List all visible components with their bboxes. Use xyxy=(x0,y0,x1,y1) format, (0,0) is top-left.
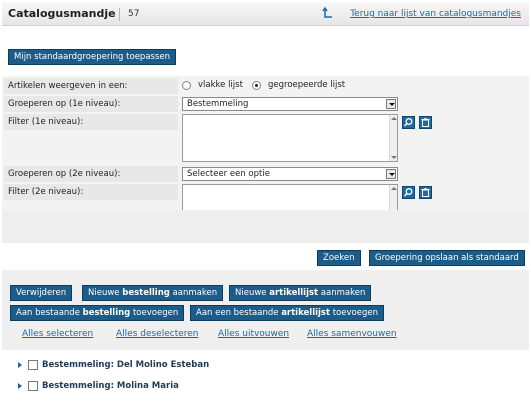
display-mode-label: Artikelen weergeven in een: xyxy=(4,78,178,94)
filter2-label: Filter (2e niveau): xyxy=(4,184,178,200)
group2-select[interactable]: Selecteer een optie xyxy=(182,167,398,181)
grouped-list-label: gegroepeerde lijst xyxy=(268,80,346,90)
group1-label: Groeperen op (1e niveau): xyxy=(4,96,178,112)
search-button[interactable]: Zoeken xyxy=(317,250,361,266)
group1-selected-value: Bestemmeling xyxy=(187,99,249,109)
apply-default-grouping-button[interactable]: Mijn standaardgroepering toepassen xyxy=(8,49,176,65)
title-separator xyxy=(119,8,120,21)
back-to-list-link[interactable]: Terug naar lijst van catalogusmandjes xyxy=(350,9,521,19)
new-article-list-button[interactable]: Nieuwe artikellijst aanmaken xyxy=(229,285,372,301)
item-count: 57 xyxy=(128,9,140,19)
back-arrow-icon[interactable] xyxy=(322,7,334,20)
chevron-right-icon[interactable] xyxy=(18,362,22,368)
group-checkbox[interactable] xyxy=(28,360,38,370)
flat-list-radio[interactable] xyxy=(182,81,191,90)
search-icon[interactable] xyxy=(402,116,415,129)
chevron-down-icon xyxy=(386,99,396,109)
group-checkbox[interactable] xyxy=(28,381,38,391)
save-default-grouping-button[interactable]: Groepering opslaan als standaard xyxy=(369,250,525,266)
page-title: Catalogusmandje xyxy=(8,7,116,20)
page-header: Catalogusmandje 57 Terug naar lijst van … xyxy=(2,2,529,26)
select-all-link[interactable]: Alles selecteren xyxy=(22,329,93,339)
grouped-list-radio[interactable] xyxy=(252,81,261,90)
group2-label: Groeperen op (2e niveau): xyxy=(4,166,178,182)
add-to-existing-list-button[interactable]: Aan een bestaande artikellijst toevoegen xyxy=(190,305,384,321)
filter1-label: Filter (1e niveau): xyxy=(4,114,178,130)
search-bar-area xyxy=(2,210,529,243)
group-label: Bestemmeling: Molina Maria xyxy=(42,381,179,391)
search-icon[interactable] xyxy=(402,186,415,199)
group-label: Bestemmeling: Del Molino Esteban xyxy=(42,360,210,370)
group1-select[interactable]: Bestemmeling xyxy=(182,97,398,111)
add-to-existing-order-button[interactable]: Aan bestaande bestelling toevoegen xyxy=(10,305,185,321)
flat-list-label: vlakke lijst xyxy=(198,80,243,90)
expand-all-link[interactable]: Alles uitvouwen xyxy=(218,329,289,339)
deselect-all-link[interactable]: Alles deselecteren xyxy=(116,329,199,339)
chevron-right-icon[interactable] xyxy=(18,383,22,389)
grouping-form: Artikelen weergeven in een: vlakke lijst… xyxy=(2,76,529,230)
collapse-all-link[interactable]: Alles samenvouwen xyxy=(307,329,397,339)
trash-icon[interactable] xyxy=(419,116,432,129)
filter1-scrollbar[interactable] xyxy=(389,115,397,161)
new-order-button[interactable]: Nieuwe bestelling aanmaken xyxy=(82,285,224,301)
trash-icon[interactable] xyxy=(419,186,432,199)
delete-button[interactable]: Verwijderen xyxy=(10,285,73,301)
filter1-textarea[interactable] xyxy=(182,114,398,162)
chevron-down-icon xyxy=(386,169,396,179)
group2-selected-value: Selecteer een optie xyxy=(187,169,270,179)
